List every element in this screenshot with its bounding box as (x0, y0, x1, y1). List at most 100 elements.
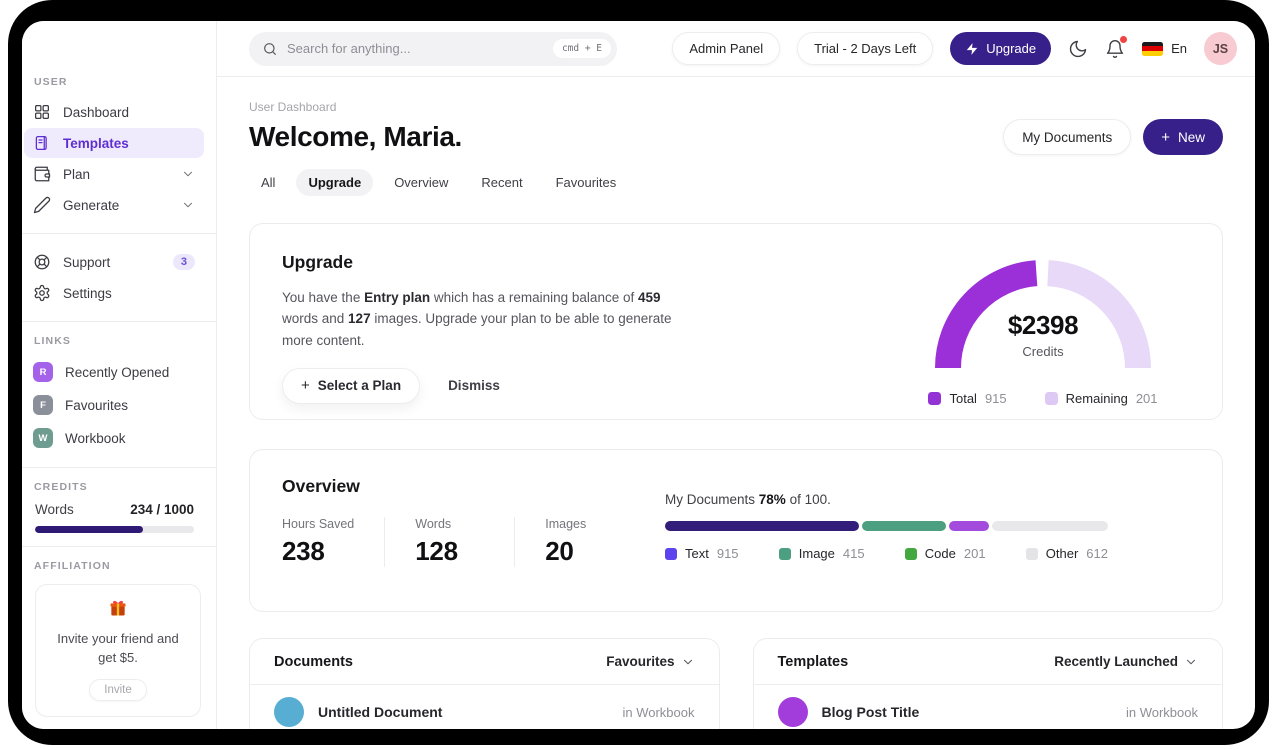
document-row[interactable]: Untitled Document in Workbook (250, 685, 719, 729)
sidebar-link-workbook[interactable]: W Workbook (24, 422, 204, 454)
select-plan-button[interactable]: + Select a Plan (282, 367, 421, 404)
legend-swatch (904, 547, 917, 560)
stat-images: Images 20 (545, 517, 645, 567)
sidebar-item-templates[interactable]: Templates (24, 128, 204, 158)
template-row[interactable]: Blog Post Title in Workbook (754, 685, 1223, 729)
new-button[interactable]: + New (1143, 119, 1223, 155)
admin-panel-button[interactable]: Admin Panel (672, 32, 781, 65)
sidebar-link-label: Recently Opened (65, 364, 170, 380)
trial-status-button[interactable]: Trial - 2 Days Left (797, 32, 934, 65)
usage-stacked-bar (665, 521, 1108, 531)
link-initial-badge: F (33, 395, 53, 415)
wallet-icon (34, 166, 51, 182)
sidebar-item-dashboard[interactable]: Dashboard (24, 97, 204, 127)
legend-code: Code 201 (904, 546, 986, 561)
bar-segment-code (948, 521, 990, 531)
legend-name: Remaining (1065, 391, 1128, 406)
upgrade-card: Upgrade You have the Entry plan which ha… (249, 223, 1223, 420)
my-documents-button[interactable]: My Documents (1003, 119, 1132, 155)
documents-filter-dropdown[interactable]: Favourites (606, 654, 694, 669)
credits-label: Words (35, 502, 74, 517)
sidebar: USER Dashboard Templates Plan Generate S… (22, 21, 217, 729)
dark-mode-toggle[interactable] (1068, 39, 1088, 59)
sidebar-item-label: Dashboard (63, 104, 130, 120)
gauge-center-text: $2398 Credits (934, 310, 1152, 359)
legend-name: Other (1045, 546, 1079, 561)
legend-swatch (1025, 547, 1038, 560)
template-location: in Workbook (1125, 704, 1198, 720)
bar-segment-text (665, 521, 859, 531)
link-initial-badge: R (33, 362, 53, 382)
page-title: Welcome, Maria. (249, 121, 462, 152)
sidebar-section-links: LINKS (34, 335, 71, 347)
templates-filter-dropdown[interactable]: Recently Launched (1054, 654, 1198, 669)
stat-label: Hours Saved (282, 517, 355, 531)
notifications-button[interactable] (1105, 35, 1128, 59)
gauge-legend: Total 915 Remaining 201 (928, 391, 1158, 406)
caption-text: My Documents (665, 492, 759, 507)
user-avatar[interactable]: JS (1204, 32, 1237, 65)
legend-name: Total (949, 391, 977, 406)
documents-usage-caption: My Documents 78% of 100. (665, 492, 1108, 507)
gauge-value: $2398 (1007, 310, 1079, 340)
tab-overview[interactable]: Overview (382, 169, 460, 196)
sidebar-link-recently-opened[interactable]: R Recently Opened (24, 356, 204, 388)
sidebar-section-credits: CREDITS (34, 481, 88, 493)
credits-value: 234 / 1000 (130, 502, 194, 517)
body-text: which has a remaining balance of (430, 290, 638, 305)
search-input[interactable] (287, 41, 544, 56)
document-name: Untitled Document (318, 704, 443, 720)
documents-card-title: Documents (274, 653, 353, 670)
sidebar-item-generate[interactable]: Generate (24, 190, 204, 220)
legend-value: 415 (842, 546, 865, 561)
grid-icon (34, 104, 50, 120)
tab-all[interactable]: All (249, 169, 287, 196)
sidebar-divider (22, 467, 216, 468)
new-button-label: New (1177, 129, 1205, 145)
stat-label: Images (545, 517, 587, 531)
invite-button[interactable]: Invite (89, 678, 147, 701)
header-actions: My Documents + New (1003, 119, 1223, 155)
legend-value: 915 (716, 546, 739, 561)
plan-name: Entry plan (364, 290, 431, 305)
filter-label: Favourites (606, 654, 675, 669)
sidebar-item-plan[interactable]: Plan (24, 159, 204, 189)
search-icon (264, 42, 276, 55)
credits-gauge: $2398 Credits Total 915 Remaining 201 (928, 256, 1158, 406)
search-box[interactable]: cmd + E (249, 31, 617, 66)
main-content: User Dashboard Welcome, Maria. My Docume… (217, 77, 1255, 729)
stat-value: 128 (415, 536, 458, 566)
language-selector[interactable]: En (1142, 41, 1187, 56)
moon-icon (1069, 40, 1087, 57)
sidebar-link-favourites[interactable]: F Favourites (24, 389, 204, 421)
caption-text: of 100. (785, 492, 831, 507)
tab-upgrade[interactable]: Upgrade (296, 169, 374, 196)
sidebar-divider (22, 546, 216, 547)
support-count-badge: 3 (172, 254, 195, 270)
legend-total: Total 915 (928, 391, 1007, 406)
lightning-icon (966, 42, 978, 55)
body-text: words and (282, 311, 349, 327)
legend-name: Text (685, 546, 709, 561)
words-balance: 459 (637, 290, 661, 305)
sidebar-item-support[interactable]: Support 3 (24, 247, 204, 277)
sidebar-item-label: Generate (63, 197, 120, 213)
documents-card: Documents Favourites Untitled Document i… (249, 638, 720, 729)
credits-row: Words 234 / 1000 (35, 502, 194, 517)
template-name: Blog Post Title (821, 704, 920, 720)
tab-recent[interactable]: Recent (469, 169, 534, 196)
app-window: USER Dashboard Templates Plan Generate S… (22, 21, 1255, 729)
dismiss-button[interactable]: Dismiss (448, 378, 500, 393)
upgrade-button[interactable]: Upgrade (950, 32, 1052, 65)
sidebar-item-settings[interactable]: Settings (24, 278, 204, 308)
sidebar-link-label: Favourites (65, 397, 129, 413)
upgrade-button-label: Upgrade (986, 41, 1037, 56)
search-shortcut-badge: cmd + E (552, 39, 611, 58)
legend-value: 201 (963, 546, 986, 561)
sidebar-section-affiliation: AFFILIATION (34, 560, 111, 572)
tab-favourites[interactable]: Favourites (544, 169, 629, 196)
plus-icon: + (1161, 128, 1170, 146)
document-avatar (274, 697, 304, 727)
templates-card: Templates Recently Launched Blog Post Ti… (752, 638, 1223, 729)
upgrade-card-body: You have the Entry plan which has a rema… (282, 287, 697, 351)
